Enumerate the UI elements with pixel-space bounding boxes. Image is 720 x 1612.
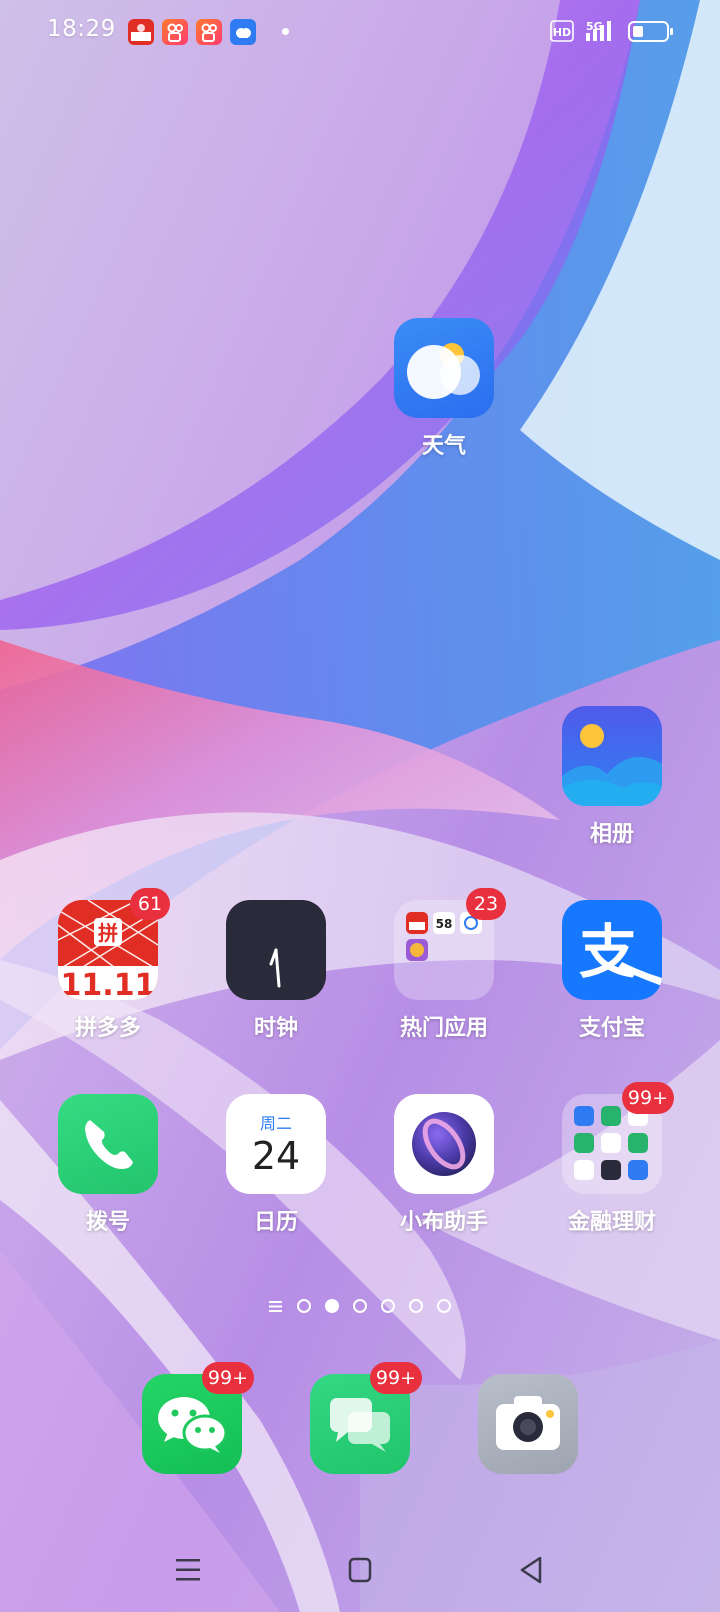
alipay-icon: 支 [562,900,662,1000]
home-icon[interactable] [330,1540,390,1600]
phone-app[interactable]: 拨号 [33,1094,183,1236]
phone-icon [58,1094,158,1194]
calendar-day: 24 [251,1134,301,1178]
system-status-icons: HD 5G [550,20,673,42]
wechat-app[interactable]: 99+ [117,1362,267,1474]
calendar-app[interactable]: 周二 24 日历 [201,1094,351,1236]
camera-icon [478,1374,578,1474]
kuaishou-notification-icon [196,19,222,45]
menu-icon[interactable] [158,1540,218,1600]
clock-app[interactable]: 时钟 [201,900,351,1042]
more-notifications-dot [282,28,289,35]
page-dot-5[interactable] [409,1299,423,1313]
calendar-icon: 周二 24 [226,1094,326,1194]
pinduoduo-label: 拼多多 [74,1016,141,1041]
phone-label: 拨号 [85,1210,130,1235]
camera-app[interactable] [453,1374,603,1474]
hot-apps-mini-text: 58 [436,917,453,931]
hot-apps-label: 热门应用 [399,1016,488,1041]
weather-label: 天气 [421,434,466,459]
page-indicator[interactable] [260,1294,460,1318]
calendar-weekday: 周二 [259,1114,292,1133]
calendar-label: 日历 [253,1210,298,1235]
hd-label: HD [553,26,571,39]
finance-label: 金融理财 [567,1210,656,1235]
wechat-badge: 99+ [201,1362,254,1394]
clock-icon [226,900,326,1000]
pinduoduo-app[interactable]: 拼 11.11 61 拼多多 [33,888,183,1042]
page-dot-6[interactable] [437,1299,451,1313]
gallery-label: 相册 [589,822,634,847]
finance-badge: 99+ [621,1082,674,1114]
status-time: 18:29 [47,16,116,42]
page-dot-1[interactable] [297,1299,311,1313]
kuaishou-notification-icon [162,19,188,45]
hot-apps-folder[interactable]: 58 23 热门应用 [369,888,519,1042]
hd-icon: HD [550,20,574,42]
alipay-icon-text: 支 [579,918,637,986]
back-icon[interactable] [502,1540,562,1600]
messages-app[interactable]: 99+ [285,1362,435,1474]
hot-apps-badge: 23 [466,888,506,920]
page-dot-2[interactable] [325,1299,339,1313]
svg-text:拼: 拼 [98,921,118,945]
pinduoduo-notification-icon [128,19,154,45]
assistant-icon [394,1094,494,1194]
gallery-icon [562,706,662,806]
status-bar: 18:29 HD 5G [0,0,720,64]
battery-icon [628,21,673,42]
pinduoduo-icon-text: 11.11 [61,968,156,1000]
assistant-app[interactable]: 小布助手 [369,1094,519,1236]
page-dot-4[interactable] [381,1299,395,1313]
alipay-app[interactable]: 支 支付宝 [537,900,687,1042]
cellular-signal-icon: 5G [586,20,611,41]
pinduoduo-badge: 61 [130,888,170,920]
assistant-label: 小布助手 [399,1210,488,1235]
finance-folder[interactable]: 99+ 金融理财 [537,1082,687,1236]
messages-badge: 99+ [369,1362,422,1394]
gallery-app[interactable]: 相册 [537,706,687,848]
app-drawer-lines-icon[interactable] [269,1300,282,1313]
weather-icon [394,318,494,418]
weather-notification-icon [230,19,256,45]
clock-label: 时钟 [253,1016,298,1041]
page-dot-3[interactable] [353,1299,367,1313]
alipay-label: 支付宝 [578,1016,645,1041]
navigation-bar [0,1540,720,1600]
weather-app[interactable]: 天气 [369,318,519,460]
